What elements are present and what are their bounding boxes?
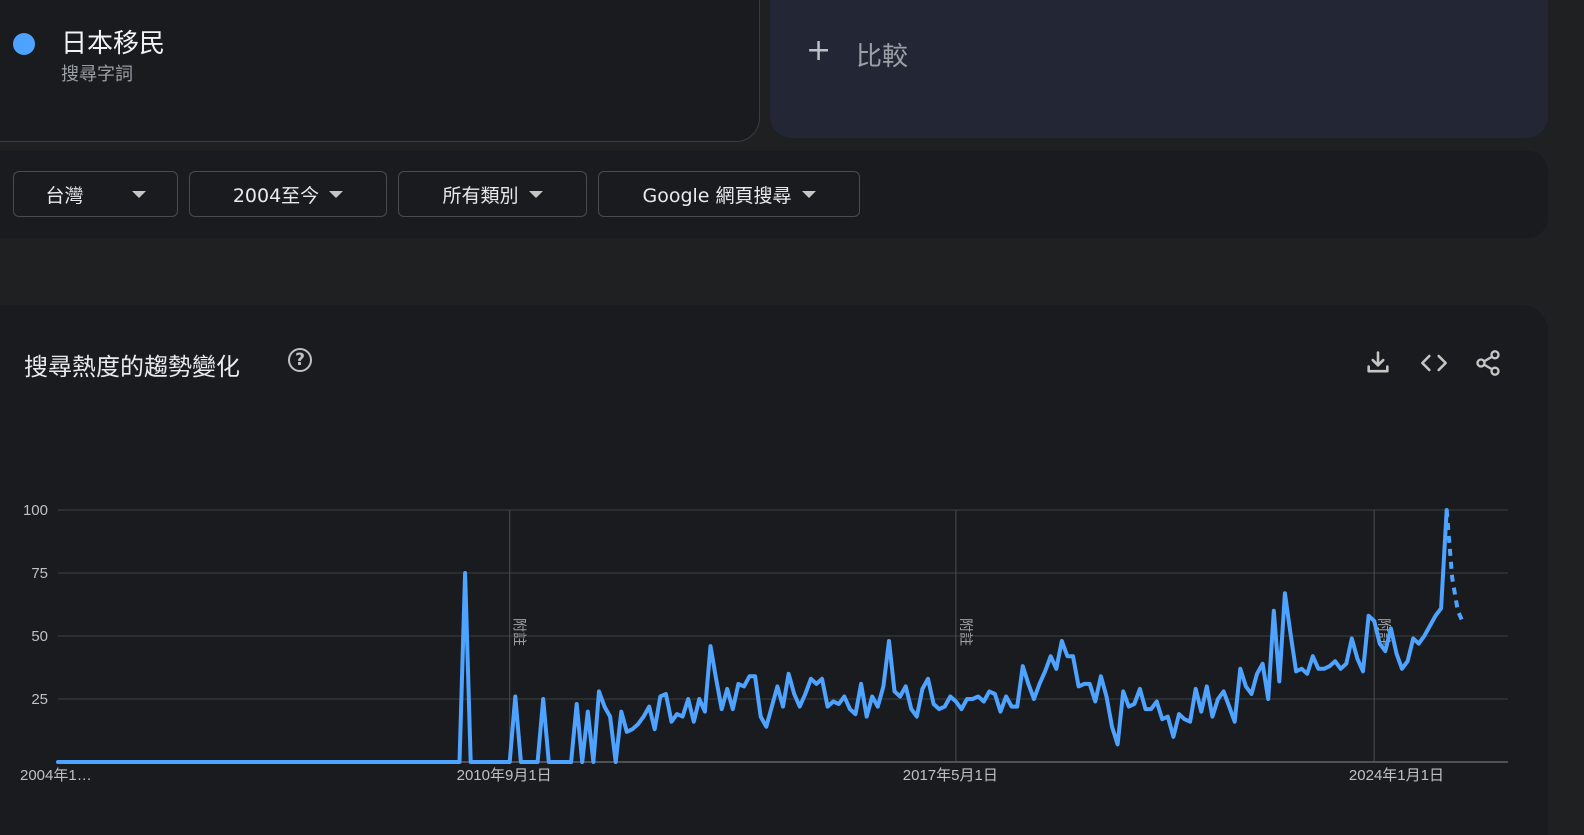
x-tick-label: 2024年1月1日 bbox=[1349, 767, 1444, 784]
x-tick-label: 2010年9月1日 bbox=[457, 767, 552, 784]
series-line-partial bbox=[1444, 509, 1466, 625]
x-tick-label: 2004年1… bbox=[20, 767, 92, 784]
y-tick-label: 25 bbox=[31, 691, 48, 708]
x-tick-label: 2017年5月1日 bbox=[903, 767, 998, 784]
annotation-label: 附註 bbox=[511, 618, 527, 646]
y-tick-label: 100 bbox=[23, 502, 48, 519]
trend-chart[interactable]: 附註 附註 附註 2550751002004年1… 2010年9月1日 2017年5月1… bbox=[0, 0, 1584, 812]
y-tick-label: 75 bbox=[31, 565, 48, 582]
y-tick-label: 50 bbox=[31, 628, 48, 645]
annotation-label: 附註 bbox=[957, 618, 973, 646]
